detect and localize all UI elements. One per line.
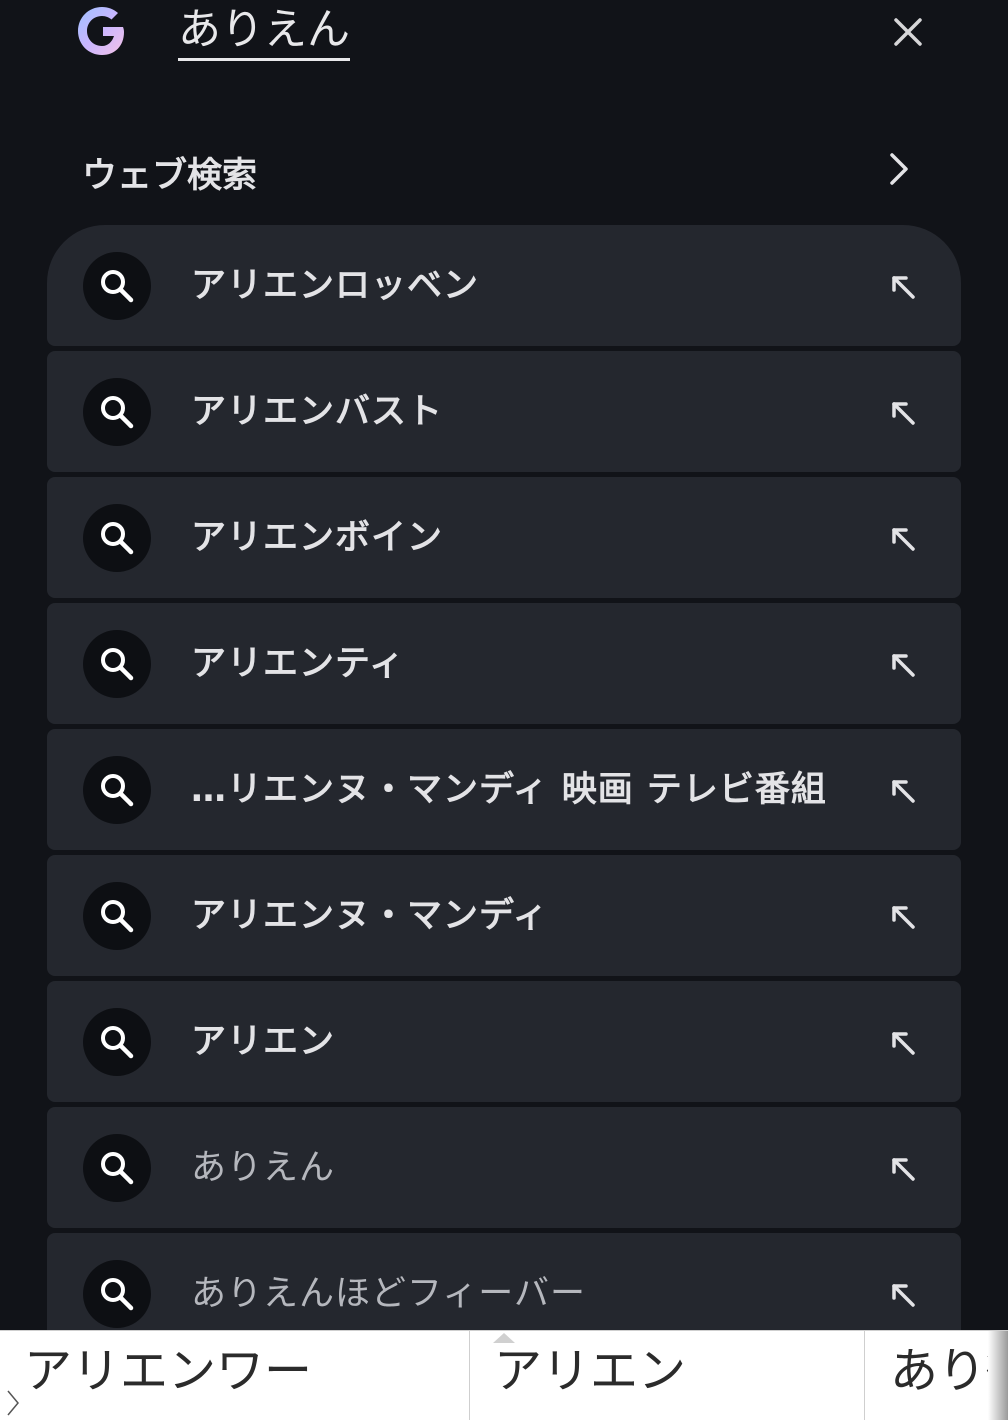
search-icon	[101, 396, 134, 429]
chevron-left-icon[interactable]	[6, 1389, 20, 1417]
search-icon-container	[83, 1260, 151, 1328]
chevron-right-icon	[890, 153, 908, 185]
web-search-row[interactable]: ウェブ検索	[0, 125, 1008, 215]
search-icon-container	[83, 1008, 151, 1076]
fill-query-arrow-icon[interactable]	[889, 1155, 919, 1185]
candidate-divider	[469, 1331, 470, 1420]
suggestion-row[interactable]: アリエンボイン	[47, 477, 961, 598]
google-g-icon	[78, 7, 124, 55]
suggestion-row[interactable]: アリエンロッベン	[47, 225, 961, 346]
suggestion-label: アリエンヌ・マンディ	[191, 896, 549, 936]
keyboard-candidate-bar: アリエンワー アリエン あり街	[0, 1330, 1008, 1420]
suggestion-label: アリエン	[191, 1022, 336, 1062]
search-icon	[101, 774, 134, 807]
search-icon-container	[83, 504, 151, 572]
suggestion-row[interactable]: ありえん	[47, 1107, 961, 1228]
suggestion-label: アリエンティ	[191, 644, 405, 684]
keyboard-candidate-2[interactable]: アリエン	[494, 1331, 854, 1420]
candidate-scroll-edge	[988, 1331, 1008, 1420]
search-icon-container	[83, 630, 151, 698]
suggestion-label: ありえん	[191, 1148, 336, 1188]
fill-query-arrow-icon[interactable]	[889, 273, 919, 303]
fill-query-arrow-icon[interactable]	[889, 1029, 919, 1059]
search-icon-container	[83, 378, 151, 446]
search-icon	[101, 270, 134, 303]
fill-query-arrow-icon[interactable]	[889, 651, 919, 681]
fill-query-arrow-icon[interactable]	[889, 903, 919, 933]
search-query-input[interactable]: ありえん	[178, 2, 350, 61]
close-icon[interactable]	[886, 10, 930, 54]
search-icon-container	[83, 756, 151, 824]
web-search-label: ウェブ検索	[82, 156, 258, 196]
search-icon	[101, 1026, 134, 1059]
search-icon-container	[83, 1134, 151, 1202]
fill-query-arrow-icon[interactable]	[889, 399, 919, 429]
search-icon	[101, 900, 134, 933]
search-bar: ありえん	[0, 0, 1008, 80]
search-icon	[101, 522, 134, 555]
suggestion-row[interactable]: アリエン	[47, 981, 961, 1102]
suggestion-label: アリエンロッベン	[191, 266, 480, 306]
suggestion-label: アリエンバスト	[191, 392, 444, 432]
search-icon	[101, 1278, 134, 1311]
fill-query-arrow-icon[interactable]	[889, 525, 919, 555]
search-icon	[101, 1152, 134, 1185]
fill-query-arrow-icon[interactable]	[889, 777, 919, 807]
fill-query-arrow-icon[interactable]	[889, 1281, 919, 1311]
search-icon-container	[83, 252, 151, 320]
suggestion-label: …リエンヌ・マンディ 映画 テレビ番組	[191, 770, 827, 810]
suggestion-row[interactable]: アリエンティ	[47, 603, 961, 724]
keyboard-candidate-1[interactable]: アリエンワー	[24, 1331, 464, 1420]
suggestion-label: ありえんほどフィーバー	[191, 1274, 586, 1314]
suggestion-row[interactable]: アリエンヌ・マンディ	[47, 855, 961, 976]
search-icon-container	[83, 882, 151, 950]
suggestion-row[interactable]: アリエンバスト	[47, 351, 961, 472]
candidate-divider	[864, 1331, 865, 1420]
search-icon	[101, 648, 134, 681]
suggestion-label: アリエンボイン	[191, 518, 444, 558]
suggestion-row[interactable]: …リエンヌ・マンディ 映画 テレビ番組	[47, 729, 961, 850]
